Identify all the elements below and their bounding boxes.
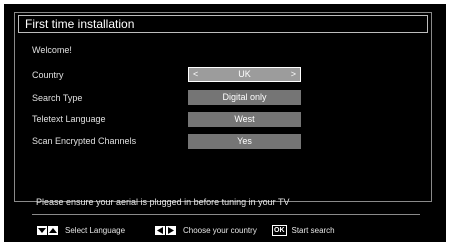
aerial-notice: Please ensure your aerial is plugged in …: [36, 197, 290, 207]
search-type-value: Digital only: [222, 92, 267, 102]
footer-select-language: Select Language: [37, 224, 125, 236]
chevron-left-icon[interactable]: <: [193, 68, 198, 81]
country-selector[interactable]: < UK >: [188, 67, 301, 82]
scan-encrypted-value: Yes: [237, 136, 252, 146]
installation-panel: [14, 12, 432, 202]
footer-divider: [32, 214, 420, 215]
scan-encrypted-label: Scan Encrypted Channels: [32, 136, 137, 146]
select-language-hint: Select Language: [65, 225, 126, 235]
country-value: UK: [238, 69, 251, 79]
arrow-left-key-icon: [155, 225, 165, 235]
footer-start-search: OK Start search: [272, 224, 335, 236]
search-type-label: Search Type: [32, 93, 83, 103]
choose-country-hint: Choose your country: [183, 225, 257, 235]
arrow-down-key-icon: [37, 225, 47, 235]
ok-key-icon: OK: [272, 224, 287, 236]
footer-choose-country: Choose your country: [155, 224, 257, 236]
teletext-language-selector[interactable]: West: [188, 112, 301, 127]
page-title: First time installation: [18, 15, 428, 33]
arrow-right-key-icon: [166, 225, 176, 235]
country-label: Country: [32, 70, 64, 80]
teletext-language-value: West: [234, 114, 255, 124]
start-search-hint: Start search: [291, 225, 335, 235]
arrow-up-key-icon: [48, 225, 58, 235]
teletext-language-label: Teletext Language: [32, 114, 106, 124]
chevron-right-icon[interactable]: >: [291, 68, 296, 81]
welcome-text: Welcome!: [32, 45, 72, 55]
search-type-selector[interactable]: Digital only: [188, 90, 301, 105]
scan-encrypted-selector[interactable]: Yes: [188, 134, 301, 149]
